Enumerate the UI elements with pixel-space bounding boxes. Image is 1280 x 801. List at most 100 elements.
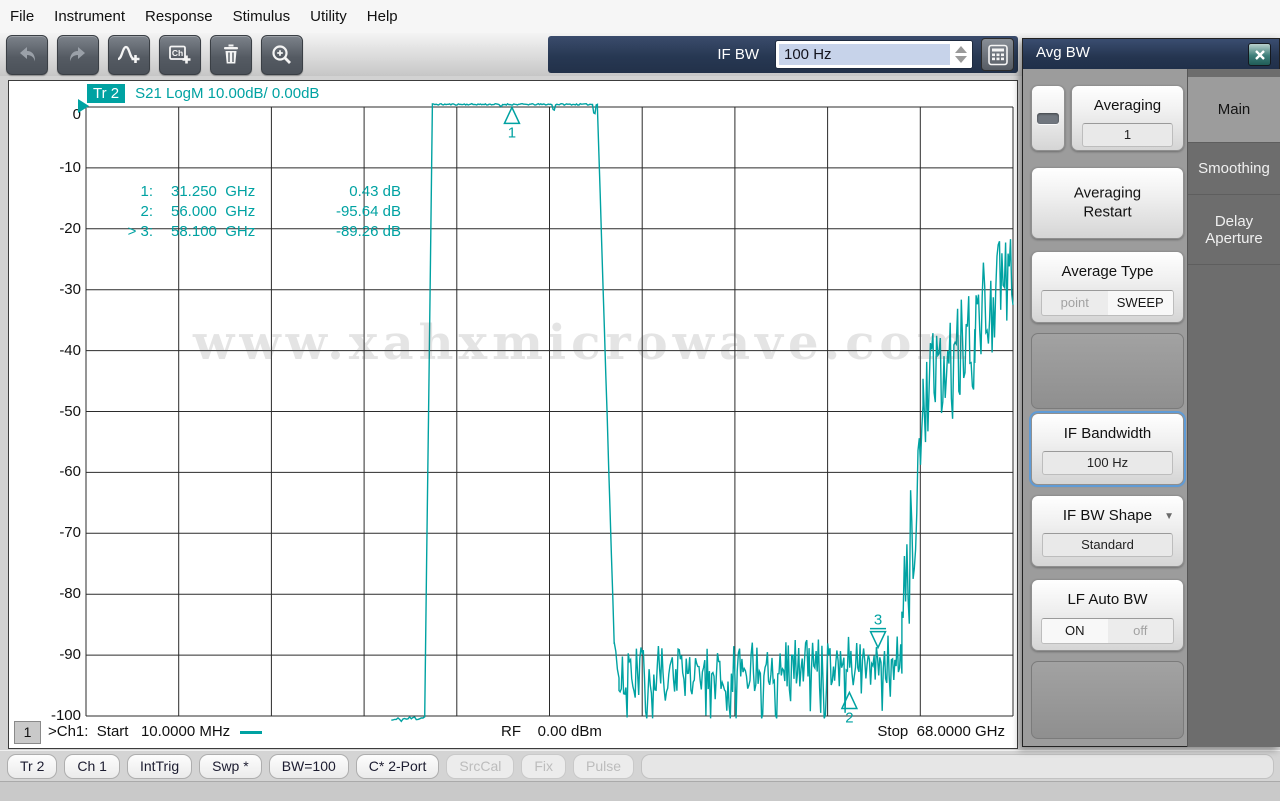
- lf-auto-bw-label: LF Auto BW: [1032, 591, 1183, 610]
- add-trace-button[interactable]: [108, 35, 150, 75]
- status-trace-button[interactable]: Tr 2: [7, 754, 57, 779]
- y-axis-tick: -30: [27, 281, 81, 298]
- channel-number-box[interactable]: 1: [14, 721, 41, 744]
- panel-title: Avg BW: [1036, 44, 1090, 61]
- lf-auto-bw-toggle[interactable]: ON off: [1041, 618, 1174, 644]
- avg-bw-softkey-panel: Avg BW Averaging 1 Averaging Restart Ave…: [1022, 38, 1280, 747]
- tab-delay-aperture[interactable]: Delay Aperture: [1188, 195, 1280, 265]
- marker-readout-row: 1: 31.250 GHz 0.43 dB: [67, 183, 401, 203]
- keypad-icon: [987, 44, 1009, 66]
- menu-stimulus[interactable]: Stimulus: [223, 8, 301, 25]
- close-icon: [1254, 49, 1266, 61]
- empty-softkey-slot: [1031, 333, 1184, 409]
- panel-close-button[interactable]: [1248, 43, 1271, 66]
- if-bandwidth-button[interactable]: IF Bandwidth 100 Hz: [1031, 413, 1184, 485]
- averaging-enable-toggle[interactable]: [1031, 85, 1065, 151]
- add-trace-icon: [116, 42, 142, 68]
- marker-frequency: 56.000 GHz: [171, 203, 289, 223]
- redo-button[interactable]: [57, 35, 99, 75]
- marker-frequency: 31.250 GHz: [171, 183, 289, 203]
- zoom-in-icon: [269, 42, 295, 68]
- tab-spacer: [1188, 69, 1280, 77]
- averaging-label: Averaging: [1072, 97, 1183, 116]
- status-bandwidth-button[interactable]: BW=100: [269, 754, 349, 779]
- svg-text:Ch: Ch: [172, 48, 183, 58]
- menu-response[interactable]: Response: [135, 8, 223, 25]
- status-sweep-button[interactable]: Swp *: [199, 754, 262, 779]
- toolbar-buttons: Ch: [6, 35, 303, 75]
- marker-number: > 3:: [67, 223, 153, 243]
- undo-icon: [14, 42, 40, 68]
- averaging-value: 1: [1082, 123, 1173, 147]
- menu-utility[interactable]: Utility: [300, 8, 357, 25]
- s21-trace-chart: 123: [9, 81, 1015, 746]
- spinner-up-icon[interactable]: [955, 46, 967, 53]
- keypad-button[interactable]: [981, 38, 1014, 71]
- marker-frequency: 58.100 GHz: [171, 223, 289, 243]
- y-axis-tick: -60: [27, 463, 81, 480]
- marker-readout-row: > 3: 58.100 GHz -89.26 dB: [67, 223, 401, 243]
- marker-number: 1:: [67, 183, 153, 203]
- tab-main[interactable]: Main: [1188, 77, 1280, 143]
- toggle-indicator-icon: [1037, 113, 1059, 124]
- marker-number: 2:: [67, 203, 153, 223]
- menu-file[interactable]: File: [0, 8, 44, 25]
- menu-help[interactable]: Help: [357, 8, 408, 25]
- spinner-down-icon[interactable]: [955, 56, 967, 63]
- y-axis-tick: -90: [27, 646, 81, 663]
- lf-auto-bw-button[interactable]: LF Auto BW ON off: [1031, 579, 1184, 651]
- lf-auto-bw-on-option[interactable]: ON: [1042, 619, 1108, 643]
- y-axis-tick: -50: [27, 403, 81, 420]
- trace-title: S21 LogM 10.00dB/ 0.00dB: [135, 85, 319, 102]
- menu-instrument[interactable]: Instrument: [44, 8, 135, 25]
- status-channel-button[interactable]: Ch 1: [64, 754, 120, 779]
- trace-badge[interactable]: Tr 2: [87, 84, 125, 103]
- marker-value: 0.43 dB: [289, 183, 401, 203]
- add-channel-icon: Ch: [167, 42, 193, 68]
- measurement-display-window: 123 Tr 2 S21 LogM 10.00dB/ 0.00dB 0-10-2…: [8, 80, 1018, 749]
- average-type-label: Average Type: [1032, 263, 1183, 282]
- average-type-button[interactable]: Average Type point SWEEP: [1031, 251, 1184, 323]
- ifbw-label: IF BW: [717, 46, 759, 63]
- average-type-point-option[interactable]: point: [1042, 291, 1108, 315]
- ifbw-spinner[interactable]: [950, 41, 972, 68]
- y-axis-tick: 0: [27, 106, 81, 123]
- start-frequency-text: >Ch1: Start 10.0000 MHz: [48, 723, 262, 740]
- average-type-sweep-option[interactable]: SWEEP: [1108, 291, 1174, 315]
- status-fix-button: Fix: [521, 754, 566, 779]
- if-bw-shape-button[interactable]: IF BW Shape ▼ Standard: [1031, 495, 1184, 567]
- ifbw-input-value: 100 Hz: [779, 44, 950, 65]
- panel-title-bar: Avg BW: [1023, 39, 1279, 69]
- if-bw-shape-value: Standard: [1042, 533, 1173, 557]
- tab-smoothing[interactable]: Smoothing: [1188, 143, 1280, 195]
- vna-application-window: File Instrument Response Stimulus Utilit…: [0, 0, 1280, 801]
- add-channel-button[interactable]: Ch: [159, 35, 201, 75]
- lf-auto-bw-off-option[interactable]: off: [1108, 619, 1174, 643]
- undo-button[interactable]: [6, 35, 48, 75]
- status-trigger-button[interactable]: IntTrig: [127, 754, 192, 779]
- averaging-button[interactable]: Averaging 1: [1071, 85, 1184, 151]
- start-frequency-value: >Ch1: Start 10.0000 MHz: [48, 723, 230, 740]
- dropdown-arrow-icon: ▼: [1164, 511, 1174, 522]
- if-bandwidth-value: 100 Hz: [1042, 451, 1173, 475]
- status-cal-button[interactable]: C* 2-Port: [356, 754, 440, 779]
- y-axis-tick: -70: [27, 524, 81, 541]
- svg-text:3: 3: [874, 612, 882, 629]
- zoom-in-button[interactable]: [261, 35, 303, 75]
- average-type-toggle[interactable]: point SWEEP: [1041, 290, 1174, 316]
- window-bottom-strip: [0, 781, 1280, 801]
- y-axis-tick: -80: [27, 585, 81, 602]
- ifbw-toolbar-group: IF BW 100 Hz: [548, 36, 1018, 73]
- status-pulse-button: Pulse: [573, 754, 634, 779]
- if-bandwidth-label: IF Bandwidth: [1032, 425, 1183, 444]
- status-message-field: [641, 754, 1274, 779]
- status-bar: Tr 2 Ch 1 IntTrig Swp * BW=100 C* 2-Port…: [0, 750, 1280, 781]
- empty-softkey-slot: [1031, 661, 1184, 739]
- marker-value: -95.64 dB: [289, 203, 401, 223]
- averaging-restart-button[interactable]: Averaging Restart: [1031, 167, 1184, 239]
- delete-button[interactable]: [210, 35, 252, 75]
- trace-header: Tr 2 S21 LogM 10.00dB/ 0.00dB: [87, 84, 319, 103]
- ifbw-input[interactable]: 100 Hz: [775, 40, 973, 69]
- trash-icon: [218, 42, 244, 68]
- averaging-restart-label: Averaging Restart: [1032, 184, 1183, 222]
